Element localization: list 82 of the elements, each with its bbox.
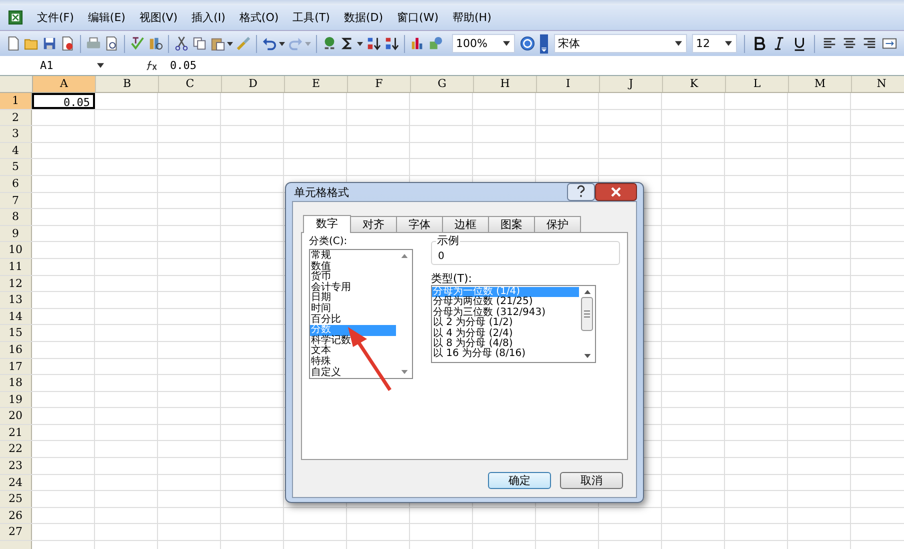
column-header[interactable]: I: [537, 76, 600, 92]
column-header[interactable]: A: [33, 76, 96, 92]
row-header[interactable]: 24: [0, 474, 32, 490]
row-header[interactable]: 3: [0, 126, 32, 142]
row-header[interactable]: 26: [0, 508, 32, 524]
menu-item[interactable]: 格式(O): [233, 10, 287, 25]
row-header[interactable]: 14: [0, 308, 32, 324]
menu-item[interactable]: 帮助(H): [446, 10, 500, 25]
row-header[interactable]: 16: [0, 342, 32, 358]
sample-value: 0: [438, 251, 444, 262]
menu-item[interactable]: 窗口(W): [391, 10, 446, 25]
column-header[interactable]: C: [159, 76, 222, 92]
menu-item[interactable]: 数据(D): [338, 10, 392, 25]
row-header[interactable]: 19: [0, 392, 32, 408]
column-header[interactable]: N: [852, 76, 904, 92]
tab[interactable]: 保护: [534, 216, 581, 232]
zoom-dropdown[interactable]: 100%: [452, 34, 515, 53]
row-header[interactable]: 15: [0, 325, 32, 341]
row-header[interactable]: 12: [0, 276, 32, 292]
row-header[interactable]: 13: [0, 292, 32, 308]
tab[interactable]: 图案: [488, 216, 535, 232]
tab[interactable]: 字体: [396, 216, 443, 232]
font-dropdown[interactable]: 宋体: [554, 34, 687, 53]
row-header[interactable]: 4: [0, 142, 32, 158]
type-label: 类型(T):: [431, 272, 474, 285]
row-header[interactable]: 7: [0, 192, 32, 208]
row-header[interactable]: 20: [0, 408, 32, 424]
row-header[interactable]: 18: [0, 375, 32, 391]
column-header[interactable]: H: [474, 76, 537, 92]
menu-item[interactable]: 编辑(E): [82, 10, 134, 25]
column-header[interactable]: F: [348, 76, 411, 92]
row-header[interactable]: 1: [0, 93, 32, 109]
row-header[interactable]: 22: [0, 441, 32, 458]
list-item[interactable]: 科学记数: [310, 336, 396, 346]
tab[interactable]: 对齐: [350, 216, 397, 232]
dialog-title: 单元格格式: [293, 184, 349, 200]
list-item[interactable]: 时间: [310, 304, 396, 315]
list-item[interactable]: 百分比: [310, 314, 396, 326]
row-header[interactable]: 25: [0, 491, 32, 507]
menu-item[interactable]: 文件(F): [31, 10, 82, 25]
list-item[interactable]: 以 4 为分母 (2/4): [432, 328, 579, 339]
column-header[interactable]: L: [726, 76, 789, 92]
sample-label: 示例: [436, 234, 460, 247]
row-header[interactable]: 23: [0, 458, 32, 474]
list-item[interactable]: 货币: [310, 272, 396, 283]
column-header[interactable]: D: [222, 76, 285, 92]
row-header[interactable]: 6: [0, 176, 32, 192]
list-item[interactable]: 常规: [310, 251, 396, 262]
row-header[interactable]: 17: [0, 358, 32, 374]
font-size-dropdown[interactable]: 12: [692, 34, 737, 53]
list-item[interactable]: 分母为两位数 (21/25): [432, 297, 579, 308]
row-header[interactable]: 21: [0, 424, 32, 440]
list-item[interactable]: 文本: [310, 346, 396, 357]
row-header[interactable]: 11: [0, 258, 32, 275]
list-item[interactable]: 以 2 为分母 (1/2): [432, 318, 579, 329]
menu-item[interactable]: 插入(I): [186, 10, 234, 25]
row-header[interactable]: 9: [0, 226, 32, 242]
row-header[interactable]: 27: [0, 524, 32, 540]
column-header[interactable]: M: [789, 76, 852, 92]
menu-item[interactable]: 工具(T): [286, 10, 338, 25]
list-item[interactable]: 自定义: [310, 368, 396, 378]
menu-item[interactable]: 视图(V): [133, 10, 186, 25]
list-item[interactable]: 以 16 为分母 (8/16): [432, 349, 579, 360]
row-header[interactable]: 5: [0, 159, 32, 175]
row-header[interactable]: 2: [0, 110, 32, 126]
column-header[interactable]: G: [411, 76, 474, 92]
name-box[interactable]: A1: [0, 56, 108, 75]
row-header[interactable]: 10: [0, 242, 32, 258]
category-label: 分类(C):: [309, 235, 348, 248]
tab[interactable]: 边框: [442, 216, 489, 232]
formula-field[interactable]: 0.05: [170, 59, 196, 72]
column-header[interactable]: E: [285, 76, 348, 92]
tab[interactable]: 数字: [303, 215, 351, 233]
table-cell: 0.05: [32, 93, 95, 109]
column-header[interactable]: K: [663, 76, 726, 92]
column-header[interactable]: J: [600, 76, 663, 92]
column-header[interactable]: B: [96, 76, 159, 92]
row-header[interactable]: 8: [0, 209, 32, 225]
dialog-button[interactable]: 取消: [560, 472, 623, 489]
list-item[interactable]: 特殊: [310, 356, 396, 368]
list-item[interactable]: 日期: [310, 293, 396, 304]
dialog-button[interactable]: 确定: [488, 472, 551, 489]
